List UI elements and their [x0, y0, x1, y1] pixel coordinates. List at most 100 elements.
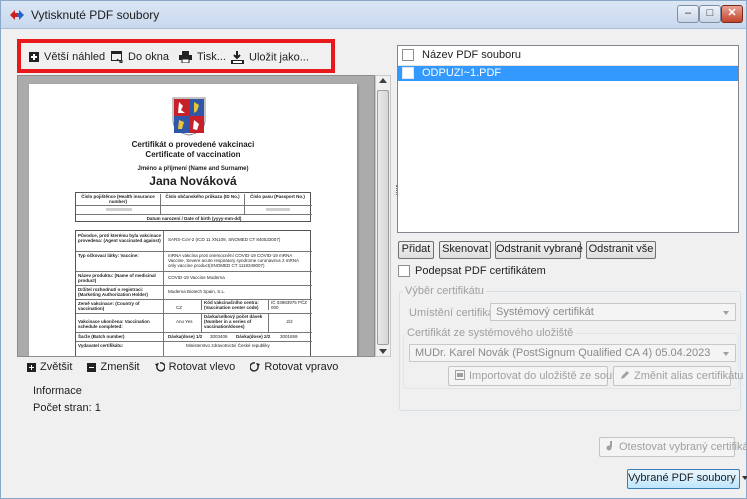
sign-pdf-checkbox[interactable]: [398, 265, 410, 277]
printer-icon: [179, 51, 192, 64]
rotate-left-button[interactable]: Rotovat vlevo: [154, 361, 236, 373]
bigger-preview-label: Větší náhled: [44, 51, 106, 63]
sign-pdf-label: Podepsat PDF certifikátem: [415, 265, 546, 277]
import-certificate-button[interactable]: Importovat do uložiště ze souboru: [448, 366, 634, 386]
add-button[interactable]: Přidat: [398, 241, 434, 259]
doc-row-value: CZ: [176, 305, 182, 310]
minus-box-icon: [87, 362, 97, 372]
doc-title-cz: Certifikát o provedené vakcinaci: [131, 140, 255, 149]
chevron-down-icon: [723, 352, 729, 356]
doc-vaccine-table: Původce, proti kterému byla vakcinace pr…: [75, 230, 312, 356]
selected-pdf-files-button[interactable]: Vybrané PDF soubory: [627, 469, 747, 489]
close-button[interactable]: ✕: [721, 5, 743, 23]
certificate-group-title: Výběr certifikátu: [403, 285, 486, 297]
import-certificate-label: Importovat do uložiště ze souboru: [469, 370, 635, 382]
info-panel: Informace Počet stran: 1: [27, 383, 391, 457]
doc-row-label: Typ očkovací látky: Vaccine:: [78, 253, 139, 258]
preview-toolbar: Větší náhled Do okna Tisk... Uložit jako…: [17, 39, 335, 73]
doc-id-table: Číslo pojištěnce (Health insurance numbe…: [75, 192, 312, 222]
fit-window-icon: [111, 51, 123, 64]
doc-dose-value: 2/2: [268, 314, 310, 332]
zoom-out-button[interactable]: Zmenšit: [87, 361, 140, 373]
print-button[interactable]: Tisk...: [179, 51, 226, 64]
rotate-left-label: Rotovat vlevo: [168, 361, 236, 373]
plus-box-icon: [29, 52, 39, 63]
doc-row-label: Držitel rozhodnutí o registraci: (Market…: [78, 287, 148, 297]
file-list-item[interactable]: ODPUZI~1.PDF: [398, 66, 738, 81]
pencil-icon: [621, 371, 629, 379]
plus-box-icon: [27, 362, 36, 372]
doc-row-value: Dávka(dose) 1/2: [168, 334, 203, 339]
doc-row-value: Ano Yes: [176, 319, 193, 324]
store-label: Certifikát ze systémového uložiště: [405, 327, 576, 339]
file-list-header: Název PDF souboru: [398, 46, 738, 66]
doc-row-label: Název produktu: (Name of medicinal produ…: [78, 273, 156, 283]
test-certificate-button[interactable]: Otestovat vybraný certifikát: [599, 437, 747, 457]
fit-window-button[interactable]: Do okna: [111, 51, 169, 64]
minimize-button[interactable]: ‒: [677, 5, 699, 23]
location-combobox[interactable]: Systémový certifikát: [490, 303, 736, 321]
doc-center-label: Kód vakcinačního centra: (Vaccination ce…: [201, 300, 263, 310]
fit-window-label: Do okna: [128, 51, 169, 63]
redacted-value: [266, 208, 290, 211]
doc-row-label: Šarže (Batch number): [78, 334, 125, 339]
window-title: Vytisknuté PDF soubory: [31, 8, 160, 22]
doc-row-label: Vydavatel certifikátu:: [78, 343, 124, 348]
maximize-button[interactable]: □: [699, 5, 721, 23]
preview-scrollbar[interactable]: [375, 75, 391, 357]
scan-button[interactable]: Skenovat: [439, 241, 491, 259]
change-alias-label: Změnit alias certifikátu: [634, 370, 744, 382]
test-certificate-label: Otestovat vybraný certifikát: [619, 441, 747, 453]
doc-dose-2: Dávka(dose) 2/2: [236, 334, 271, 339]
change-alias-button[interactable]: Změnit alias certifikátu: [613, 366, 743, 386]
zoom-in-label: Zvětšit: [40, 361, 73, 373]
bigger-preview-button[interactable]: Větší náhled: [29, 51, 105, 63]
title-bar: Vytisknuté PDF soubory ‒ □ ✕: [1, 1, 746, 29]
chevron-down-icon: [741, 476, 747, 480]
doc-person-name: Jana Nováková: [149, 174, 237, 188]
remove-all-button[interactable]: Odstranit vše: [586, 241, 656, 259]
pdf-page: Certifikát o provedené vakcinaci Certifi…: [29, 84, 357, 356]
scroll-up-arrow-icon[interactable]: [379, 78, 387, 83]
doc-center-value: IČ 03983975 PČZ 000: [268, 300, 310, 310]
selected-pdf-files-label: Vybrané PDF soubory: [628, 472, 736, 484]
doc-col-id: Číslo občanského průkazu (ID No.): [160, 194, 244, 214]
file-checkbox[interactable]: [402, 67, 414, 79]
doc-row-value: COVID-19 Vaccine Moderna: [168, 275, 225, 280]
doc-row-label: Země vakcinace: (Country of vaccination): [78, 301, 140, 311]
file-name: ODPUZI~1.PDF: [422, 67, 502, 79]
czech-coat-of-arms-icon: [172, 97, 206, 136]
save-download-icon: [231, 51, 244, 64]
zoom-toolbar: Zvětšit Zmenšit Rotovat vlevo Rotovat vp…: [27, 361, 350, 379]
save-as-label: Uložit jako...: [249, 51, 309, 64]
doc-row-value: Moderna Biotech Spain, S.L.: [168, 289, 226, 294]
remove-selected-button[interactable]: Odstranit vybrané: [495, 241, 583, 259]
redacted-value: [106, 208, 132, 211]
doc-col-insurance: Číslo pojištěnce (Health insurance numbe…: [81, 194, 155, 204]
doc-col-passport: Číslo pasu (Passport No.): [244, 194, 310, 214]
doc-dose-label: Dávka/celkový počet dávek (Number in a s…: [201, 314, 263, 332]
file-list-header-label: Název PDF souboru: [422, 49, 522, 61]
scroll-down-arrow-icon[interactable]: [379, 349, 387, 354]
zoom-in-button[interactable]: Zvětšit: [27, 361, 72, 373]
certificate-value: MUDr. Karel Novák (PostSignum Qualified …: [415, 347, 711, 359]
rotate-right-label: Rotovat vpravo: [264, 361, 339, 373]
pdf-file-list[interactable]: Název PDF souboru ODPUZI~1.PDF: [397, 45, 739, 233]
save-as-button[interactable]: Uložit jako...: [231, 51, 309, 64]
doc-row-value: mRNA vakcína proti onemocnění COVID-19 C…: [168, 253, 299, 268]
doc-dob-label: Datum narození / Date of birth (yyyy-mm-…: [76, 214, 312, 221]
certificate-combobox[interactable]: MUDr. Karel Novák (PostSignum Qualified …: [409, 344, 736, 362]
doc-title-en: Certificate of vaccination: [145, 150, 241, 159]
rotate-right-button[interactable]: Rotovat vpravo: [250, 361, 338, 373]
rotate-left-icon: [154, 362, 165, 372]
import-icon: [455, 370, 465, 380]
test-icon: [606, 441, 612, 451]
doc-row-value: SARS-CoV-2 (ICD 11 XN109, SNOMED CT 8405…: [168, 237, 281, 242]
doc-batch-2: 3001659: [280, 334, 298, 339]
chevron-down-icon: [723, 311, 729, 315]
doc-row-value: Ministerstvo zdravotnictví České republi…: [186, 343, 270, 348]
select-all-checkbox[interactable]: [402, 49, 414, 61]
scrollbar-thumb[interactable]: [377, 90, 389, 345]
pdf-preview[interactable]: Certifikát o provedené vakcinaci Certifi…: [17, 75, 375, 357]
zoom-out-label: Zmenšit: [100, 361, 140, 373]
